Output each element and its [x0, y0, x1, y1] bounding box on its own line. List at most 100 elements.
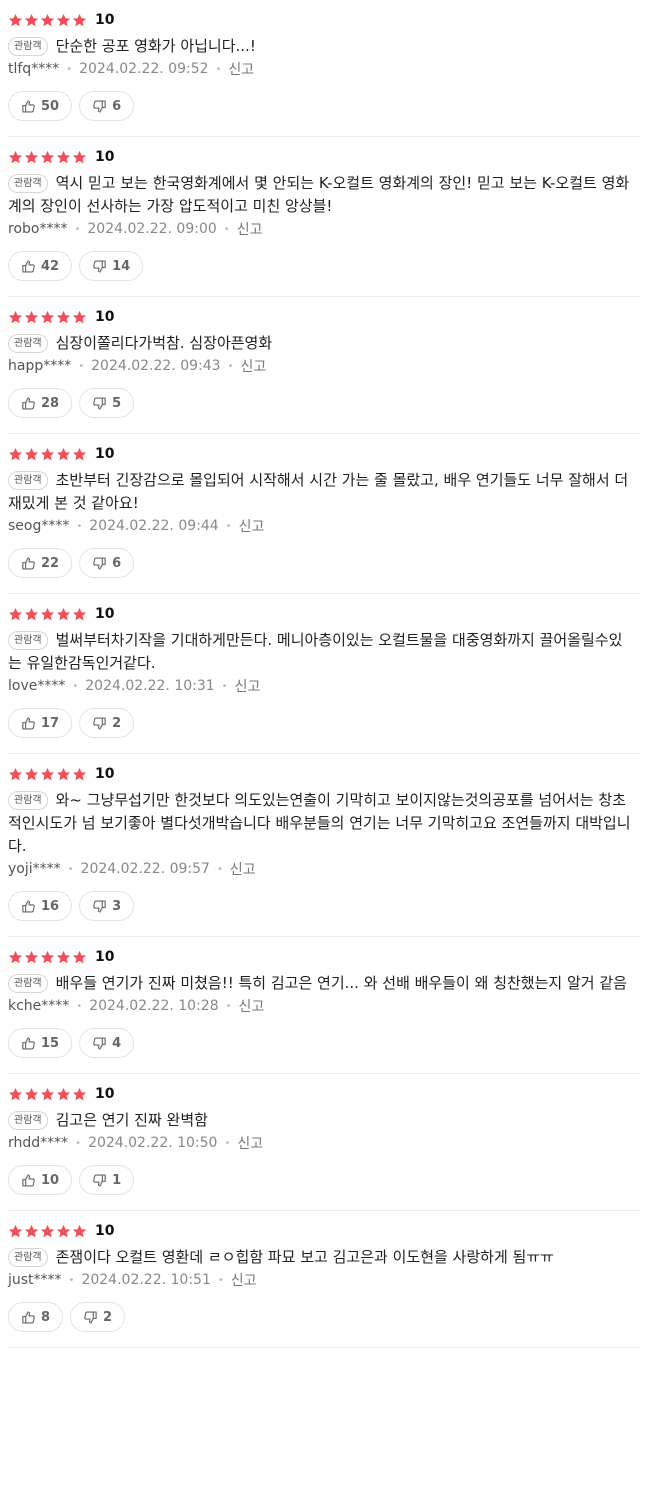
- thumbs-down-icon: [92, 716, 107, 731]
- star-icon: [40, 950, 55, 965]
- dislike-button[interactable]: 3: [79, 891, 135, 921]
- dislike-button[interactable]: 2: [79, 708, 135, 738]
- separator-dot: •: [72, 680, 79, 692]
- report-link[interactable]: 신고: [230, 859, 256, 879]
- review-text: 관람객 존잼이다 오컬트 영환데 ㄹㅇ힙함 파묘 보고 김고은과 이도현을 사랑하…: [8, 1246, 640, 1269]
- thumbs-down-icon: [92, 1036, 107, 1051]
- like-button[interactable]: 15: [8, 1028, 73, 1058]
- vote-buttons: 50 6: [8, 91, 640, 136]
- review-text: 관람객 배우들 연기가 진짜 미쳤음!! 특히 김고은 연기... 와 선배 배우…: [8, 972, 640, 995]
- dislike-button[interactable]: 6: [79, 548, 135, 578]
- review-date: 2024.02.22. 10:51: [81, 1272, 211, 1288]
- rating-score: 10: [95, 446, 115, 462]
- separator-dot: •: [216, 863, 223, 875]
- star-icon: [72, 13, 87, 28]
- report-link[interactable]: 신고: [235, 676, 261, 696]
- review-meta: kche**** • 2024.02.22. 10:28 • 신고: [8, 995, 640, 1017]
- separator-dot: •: [66, 63, 73, 75]
- separator-dot: •: [217, 1274, 224, 1286]
- thumbs-down-icon: [92, 396, 107, 411]
- dislike-count: 2: [103, 1309, 113, 1325]
- viewer-badge: 관람객: [8, 1111, 48, 1130]
- star-icon: [56, 150, 71, 165]
- report-link[interactable]: 신고: [228, 59, 254, 79]
- rating-row: 10: [8, 1084, 640, 1104]
- like-button[interactable]: 16: [8, 891, 73, 921]
- review-text: 관람객 초반부터 긴장감으로 몰입되어 시작해서 시간 가는 줄 몰랐고, 배우 …: [8, 469, 640, 515]
- like-button[interactable]: 28: [8, 388, 73, 418]
- dislike-button[interactable]: 5: [79, 388, 135, 418]
- viewer-badge: 관람객: [8, 631, 48, 650]
- review-date: 2024.02.22. 10:50: [88, 1135, 218, 1151]
- star-icon: [72, 767, 87, 782]
- rating-row: 10: [8, 604, 640, 624]
- star-icon: [40, 767, 55, 782]
- report-link[interactable]: 신고: [239, 996, 265, 1016]
- dislike-button[interactable]: 1: [79, 1165, 135, 1195]
- rating-score: 10: [95, 149, 115, 165]
- star-rating: [8, 767, 88, 782]
- review-text: 관람객 벌써부터차기작을 기대하게만든다. 메니아층이있는 오컬트물을 대중영화까…: [8, 629, 640, 675]
- dislike-count: 5: [112, 395, 122, 411]
- dislike-button[interactable]: 4: [79, 1028, 135, 1058]
- report-link[interactable]: 신고: [240, 356, 266, 376]
- rating-row: 10: [8, 147, 640, 167]
- thumbs-up-icon: [21, 899, 36, 914]
- review-content: 와~ 그냥무섭기만 한것보다 의도있는연출이 기막히고 보이지않는것의공포를 넘…: [8, 791, 631, 855]
- vote-buttons: 22 6: [8, 548, 640, 593]
- dislike-count: 4: [112, 1035, 122, 1051]
- reviewer-id: rhdd****: [8, 1135, 69, 1151]
- vote-buttons: 10 1: [8, 1165, 640, 1210]
- star-icon: [8, 1224, 23, 1239]
- thumbs-down-icon: [92, 1173, 107, 1188]
- star-rating: [8, 310, 88, 325]
- star-rating: [8, 13, 88, 28]
- dislike-count: 1: [112, 1172, 122, 1188]
- rating-score: 10: [95, 1223, 115, 1239]
- review-meta: yoji**** • 2024.02.22. 09:57 • 신고: [8, 858, 640, 880]
- review-content: 초반부터 긴장감으로 몰입되어 시작해서 시간 가는 줄 몰랐고, 배우 연기들…: [8, 471, 629, 512]
- report-link[interactable]: 신고: [237, 219, 263, 239]
- report-link[interactable]: 신고: [237, 1133, 263, 1153]
- review-item: 10 관람객 배우들 연기가 진짜 미쳤음!! 특히 김고은 연기... 와 선배…: [8, 937, 640, 1074]
- dislike-button[interactable]: 6: [79, 91, 135, 121]
- star-icon: [40, 1224, 55, 1239]
- like-button[interactable]: 22: [8, 548, 73, 578]
- dislike-count: 14: [112, 258, 131, 274]
- review-meta: just**** • 2024.02.22. 10:51 • 신고: [8, 1269, 640, 1291]
- separator-dot: •: [221, 680, 228, 692]
- review-text: 관람객 단순한 공포 영화가 아닙니다...!: [8, 35, 640, 58]
- thumbs-down-icon: [83, 1310, 98, 1325]
- like-button[interactable]: 8: [8, 1302, 64, 1332]
- review-content: 심장이쫄리다가벅참. 심장아픈영화: [55, 334, 273, 352]
- star-icon: [40, 447, 55, 462]
- review-content: 역시 믿고 보는 한국영화계에서 몇 안되는 K-오컬트 영화계의 장인! 믿고…: [8, 174, 630, 215]
- review-list: 10 관람객 단순한 공포 영화가 아닙니다...! tlfq**** • 202…: [0, 0, 652, 1348]
- review-meta: robo**** • 2024.02.22. 09:00 • 신고: [8, 218, 640, 240]
- dislike-count: 6: [112, 555, 122, 571]
- review-content: 김고은 연기 진짜 완벽함: [55, 1111, 208, 1129]
- like-button[interactable]: 17: [8, 708, 73, 738]
- reviewer-id: seog****: [8, 518, 70, 534]
- dislike-button[interactable]: 14: [79, 251, 144, 281]
- review-text: 관람객 와~ 그냥무섭기만 한것보다 의도있는연출이 기막히고 보이지않는것의공포…: [8, 789, 640, 858]
- like-button[interactable]: 10: [8, 1165, 73, 1195]
- dislike-count: 3: [112, 898, 122, 914]
- thumbs-up-icon: [21, 716, 36, 731]
- separator-dot: •: [78, 360, 85, 372]
- star-icon: [56, 310, 71, 325]
- like-button[interactable]: 42: [8, 251, 73, 281]
- star-icon: [40, 13, 55, 28]
- like-count: 8: [41, 1309, 51, 1325]
- review-item: 10 관람객 초반부터 긴장감으로 몰입되어 시작해서 시간 가는 줄 몰랐고, …: [8, 434, 640, 594]
- star-icon: [24, 1224, 39, 1239]
- dislike-button[interactable]: 2: [70, 1302, 126, 1332]
- report-link[interactable]: 신고: [239, 516, 265, 536]
- report-link[interactable]: 신고: [231, 1270, 257, 1290]
- rating-score: 10: [95, 766, 115, 782]
- viewer-badge: 관람객: [8, 174, 48, 193]
- vote-buttons: 28 5: [8, 388, 640, 433]
- viewer-badge: 관람객: [8, 791, 48, 810]
- like-button[interactable]: 50: [8, 91, 73, 121]
- star-icon: [8, 950, 23, 965]
